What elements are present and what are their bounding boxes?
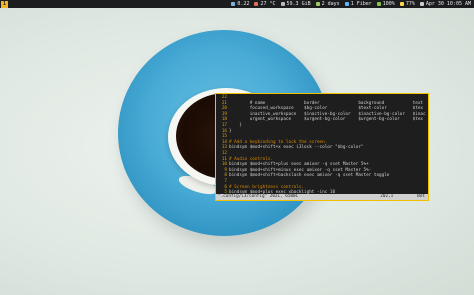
line-text: urgent_workspace $urgent-bg-color $urgen…	[229, 117, 424, 123]
workspace-button[interactable]: 1	[1, 0, 8, 8]
status-scroll-position: Bot	[417, 194, 425, 199]
uptime-value: 2 days	[321, 1, 340, 7]
brightness-icon	[399, 2, 404, 6]
calendar-icon	[419, 2, 424, 6]
battery-icon	[376, 2, 381, 6]
network-indicator[interactable]: 1 Fiber	[344, 0, 372, 8]
status-bar: 1 0.22 27 °C 59.3 GiB 2 days 1 Fiber 100…	[0, 0, 474, 8]
disk-indicator: 59.3 GiB	[280, 0, 311, 8]
editor-line[interactable]: 18 urgent_workspace $urgent-bg-color $ur…	[216, 117, 428, 123]
thermometer-icon	[254, 2, 259, 6]
network-icon	[344, 2, 349, 6]
line-text: }	[229, 128, 232, 134]
volume-icon	[231, 2, 236, 6]
line-text: bindsym $mod+shift+backslash exec amixer…	[229, 173, 390, 179]
status-filename: ".config/i3/config" 202L, 6580C	[218, 194, 299, 199]
volume-indicator[interactable]: 0.22	[231, 0, 249, 8]
clock-icon	[315, 2, 320, 6]
vim-statusline: ".config/i3/config" 202L, 6580C 202,1 Bo…	[216, 194, 428, 200]
disk-value: 59.3 GiB	[286, 1, 311, 7]
brightness-indicator: 77%	[399, 0, 415, 8]
battery-value: 100%	[382, 1, 395, 7]
terminal-window[interactable]: 22 21 # name border background text 20 foc…	[215, 93, 429, 201]
status-cursor-position: 202,1	[380, 194, 394, 199]
editor-buffer[interactable]: 22 21 # name border background text 20 foc…	[216, 94, 428, 200]
brightness-value: 77%	[405, 1, 415, 7]
temperature-indicator: 27 °C	[254, 0, 276, 8]
network-value: 1 Fiber	[350, 1, 372, 7]
uptime-indicator: 2 days	[315, 0, 340, 8]
clock-indicator[interactable]: Apr 30 10:05 AM	[419, 0, 471, 8]
line-text: bindsym $mod+shift+x exec i3lock --color…	[229, 145, 364, 151]
clock-value: Apr 30 10:05 AM	[425, 1, 471, 7]
volume-value: 0.22	[237, 1, 250, 7]
disk-icon	[280, 2, 285, 6]
temperature-value: 27 °C	[260, 1, 276, 7]
battery-indicator: 100%	[376, 0, 395, 8]
